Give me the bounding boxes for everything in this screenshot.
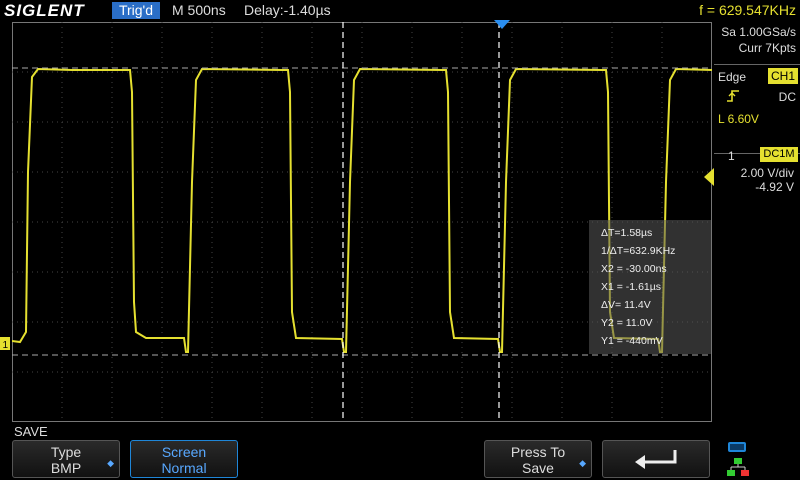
delta-v: ΔV= 11.4V <box>601 299 651 311</box>
timebase-readout: M 500ns <box>172 2 226 18</box>
brand-logo: SIGLENT <box>4 1 85 20</box>
menu-title: SAVE <box>14 424 48 439</box>
softkey-menu: SAVE Type BMP ◆ Screen Normal Press To S… <box>0 422 800 480</box>
svg-text:1: 1 <box>3 340 9 351</box>
trigger-level: L 6.60V <box>718 112 759 126</box>
trigger-level-marker[interactable] <box>702 168 714 186</box>
cursor-y1-value: Y1 = -440mV <box>601 335 663 347</box>
trigger-type: Edge <box>718 70 747 84</box>
status-bar: SIGLENT Trig'd M 500ns Delay:-1.40µs f =… <box>0 0 800 22</box>
channel1-panel[interactable]: 1 DC1M 2.00 V/div -4.92 V <box>714 146 800 198</box>
channel-number: 1 <box>728 149 735 163</box>
rising-edge-icon <box>727 90 739 102</box>
cursor-measurement-panel: ΔT=1.58µs 1/ΔT=632.9KHz X2 = -30.00ns X1… <box>589 220 711 354</box>
press-to-save-button[interactable]: Press To Save ◆ <box>484 440 592 478</box>
return-button[interactable] <box>602 440 710 478</box>
inverse-delta-t: 1/ΔT=632.9KHz <box>601 245 676 257</box>
screen-value: Normal <box>161 460 207 476</box>
press-value: Save <box>522 460 554 476</box>
network-icon <box>727 458 749 476</box>
cursor-x1-value: X1 = -1.61µs <box>601 281 662 293</box>
type-value: BMP <box>50 460 82 476</box>
type-button[interactable]: Type BMP ◆ <box>12 440 120 478</box>
type-dropdown-icon: ◆ <box>107 458 114 468</box>
trigger-source-badge: CH1 <box>768 68 798 84</box>
channel-offset: -4.92 V <box>755 180 794 194</box>
memory-depth: Curr 7Kpts <box>738 41 796 55</box>
side-panel: Sa 1.00GSa/s Curr 7Kpts Edge CH1 DC L 6.… <box>714 22 800 422</box>
trigger-coupling: DC <box>778 90 796 104</box>
press-label: Press To <box>510 444 566 460</box>
acquisition-info: Sa 1.00GSa/s Curr 7Kpts <box>721 24 796 56</box>
delay-readout: Delay:-1.40µs <box>244 2 331 18</box>
usb-icon <box>728 442 746 452</box>
trigger-position-marker[interactable] <box>494 20 510 30</box>
screen-label: Screen <box>161 444 207 460</box>
screen-button[interactable]: Screen Normal <box>130 440 238 478</box>
trigger-panel[interactable]: Edge CH1 DC L 6.60V <box>714 64 800 154</box>
status-icons <box>727 442 749 476</box>
frequency-readout: f = 629.547KHz <box>699 2 796 18</box>
channel-coupling-badge: DC1M <box>760 147 798 162</box>
channel-scale: 2.00 V/div <box>740 166 794 180</box>
save-dropdown-icon: ◆ <box>579 458 586 468</box>
trigger-status-badge: Trig'd <box>112 2 160 19</box>
sample-rate: Sa 1.00GSa/s <box>721 25 796 39</box>
type-label: Type <box>50 444 82 460</box>
channel1-ground-marker[interactable]: 1 <box>0 337 12 351</box>
cursor-y2-value: Y2 = 11.0V <box>601 317 653 329</box>
delta-t: ΔT=1.58µs <box>601 227 653 239</box>
cursor-x2-value: X2 = -30.00ns <box>601 263 667 275</box>
return-arrow-icon <box>635 450 677 469</box>
